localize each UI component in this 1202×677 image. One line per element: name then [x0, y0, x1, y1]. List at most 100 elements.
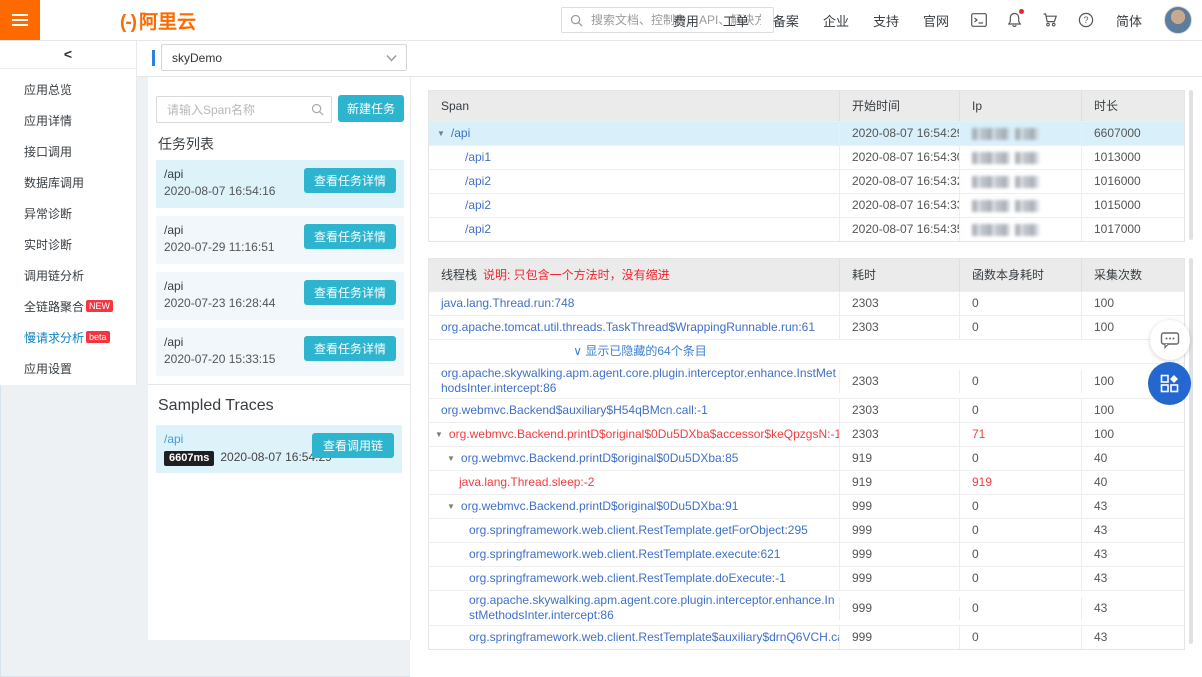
stack-row[interactable]: org.springframework.web.client.RestTempl…	[429, 542, 1184, 566]
main-content: Span 开始时间 Ip 时长 ▼/api 2020-08-07 16:54:2…	[410, 76, 1202, 677]
collapse-triangle-icon[interactable]: ▼	[447, 454, 455, 463]
stack-method-link[interactable]: org.webmvc.Backend.printD$original$0Du5D…	[461, 499, 739, 513]
stack-method-link[interactable]: org.webmvc.Backend.printD$original$0Du5D…	[461, 451, 739, 465]
stack-method-link[interactable]: org.webmvc.Backend$auxiliary$H54qBMcn.ca…	[441, 403, 708, 417]
nav-website[interactable]: 官网	[923, 11, 949, 30]
stack-method-link[interactable]: org.springframework.web.client.RestTempl…	[469, 547, 780, 561]
feedback-button[interactable]	[1150, 320, 1190, 360]
aliyun-logo[interactable]: (-) 阿里云	[120, 7, 196, 34]
task-card[interactable]: /api 2020-07-20 15:33:15 查看任务详情	[156, 328, 404, 376]
span-link[interactable]: /api1	[465, 150, 491, 164]
span-link[interactable]: /api	[451, 126, 470, 140]
span-row[interactable]: /api2 2020-08-07 16:54:33.607 1015000	[429, 193, 1184, 217]
span-table-scrollbar[interactable]	[1189, 90, 1193, 240]
notification-icon[interactable]	[1007, 12, 1022, 28]
span-row[interactable]: ▼/api 2020-08-07 16:54:29.562 6607000	[429, 121, 1184, 145]
stack-method-link[interactable]: org.apache.skywalking.apm.agent.core.plu…	[469, 593, 835, 622]
nav-support[interactable]: 支持	[873, 11, 899, 30]
view-trace-button[interactable]: 查看调用链	[312, 433, 394, 458]
nav-enterprise[interactable]: 企业	[823, 11, 849, 30]
span-link[interactable]: /api2	[465, 222, 491, 236]
view-task-detail-button[interactable]: 查看任务详情	[304, 280, 396, 305]
span-search-box[interactable]	[156, 96, 332, 123]
accent-bar	[152, 50, 155, 66]
arms-console-page: (-) 阿里云 费用 工单 备案 企业 支持 官网 ?	[0, 0, 1202, 677]
task-card[interactable]: /api 2020-07-29 11:16:51 查看任务详情	[156, 216, 404, 264]
feedback-bubble-icon	[1160, 331, 1180, 349]
stack-row[interactable]: ▼ org.webmvc.Backend.printD$original$0Du5…	[429, 494, 1184, 518]
sidebar: < 应用总览 应用详情 接口调用 数据库调用 异常诊断 实时诊断 调用链分析 全…	[0, 40, 137, 385]
nav-ticket[interactable]: 工单	[723, 11, 749, 30]
span-search-input[interactable]	[165, 102, 309, 118]
sidebar-collapse-button[interactable]: <	[0, 40, 136, 69]
stack-method-link[interactable]: org.springframework.web.client.RestTempl…	[469, 523, 808, 537]
stack-row[interactable]: org.apache.skywalking.apm.agent.core.plu…	[429, 363, 1184, 398]
view-task-detail-button[interactable]: 查看任务详情	[304, 336, 396, 361]
stack-method-link[interactable]: java.lang.Thread.sleep:-2	[459, 475, 594, 489]
app-selector-dropdown[interactable]: skyDemo	[161, 44, 407, 71]
stack-row[interactable]: org.webmvc.Backend$auxiliary$H54qBMcn.ca…	[429, 398, 1184, 422]
sidebar-item-trace-analysis[interactable]: 调用链分析	[0, 261, 136, 292]
span-link[interactable]: /api2	[465, 174, 491, 188]
stack-row[interactable]: java.lang.Thread.sleep:-2 919 919 40	[429, 470, 1184, 494]
hamburger-menu-button[interactable]	[0, 0, 40, 40]
stack-row[interactable]: org.springframework.web.client.RestTempl…	[429, 518, 1184, 542]
stack-method-link[interactable]: org.springframework.web.client.RestTempl…	[469, 630, 839, 644]
task-list-title: 任务列表	[158, 134, 214, 154]
stack-row[interactable]: org.apache.skywalking.apm.agent.core.plu…	[429, 590, 1184, 625]
logo-bracket-icon: (-)	[120, 12, 136, 34]
collapse-triangle-icon[interactable]: ▼	[447, 502, 455, 511]
span-row[interactable]: /api2 2020-08-07 16:54:32.086 1016000	[429, 169, 1184, 193]
span-duration: 1015000	[1081, 194, 1184, 217]
user-avatar[interactable]	[1164, 6, 1192, 34]
collapse-triangle-icon[interactable]: ▼	[437, 129, 445, 138]
sidebar-item-fulllink-aggregation[interactable]: 全链路聚合NEW	[0, 292, 136, 323]
stack-row[interactable]: org.springframework.web.client.RestTempl…	[429, 566, 1184, 590]
sidebar-item-realtime-diagnosis[interactable]: 实时诊断	[0, 230, 136, 261]
locale-switch[interactable]: 简体	[1116, 11, 1142, 30]
span-link[interactable]: /api2	[465, 198, 491, 212]
view-task-detail-button[interactable]: 查看任务详情	[304, 168, 396, 193]
stack-method-link[interactable]: org.apache.skywalking.apm.agent.core.plu…	[441, 366, 836, 395]
sampled-trace-card[interactable]: /api 6607ms2020-08-07 16:54:29 查看调用链	[156, 425, 402, 473]
col-time: 耗时	[839, 259, 959, 291]
chevron-down-icon	[386, 54, 397, 62]
stack-table-scrollbar[interactable]	[1189, 258, 1193, 644]
stack-method-link[interactable]: org.apache.tomcat.util.threads.TaskThrea…	[441, 320, 815, 334]
sidebar-item-api-calls[interactable]: 接口调用	[0, 137, 136, 168]
sidebar-item-exception-diagnosis[interactable]: 异常诊断	[0, 199, 136, 230]
nav-billing[interactable]: 费用	[673, 11, 699, 30]
span-duration: 1016000	[1081, 170, 1184, 193]
topbar: (-) 阿里云 费用 工单 备案 企业 支持 官网 ?	[0, 0, 1202, 41]
task-card[interactable]: /api 2020-07-23 16:28:44 查看任务详情	[156, 272, 404, 320]
cart-icon[interactable]	[1042, 12, 1058, 28]
nav-icp[interactable]: 备案	[773, 11, 799, 30]
stack-row[interactable]: ▼ org.webmvc.Backend.printD$original$0Du5…	[429, 446, 1184, 470]
stack-row[interactable]: ▼ org.webmvc.Backend.printD$original$0Du5…	[429, 422, 1184, 446]
svg-text:?: ?	[1083, 15, 1088, 25]
stack-row[interactable]: org.springframework.web.client.RestTempl…	[429, 625, 1184, 649]
sidebar-item-app-details[interactable]: 应用详情	[0, 106, 136, 137]
col-sample-count: 采集次数	[1081, 259, 1184, 291]
stack-row[interactable]: org.apache.tomcat.util.threads.TaskThrea…	[429, 315, 1184, 339]
help-icon[interactable]: ?	[1078, 12, 1094, 28]
sidebar-item-app-settings[interactable]: 应用设置	[0, 354, 136, 385]
span-row[interactable]: /api1 2020-08-07 16:54:30.567 1013000	[429, 145, 1184, 169]
stack-method-link[interactable]: java.lang.Thread.run:748	[441, 296, 574, 310]
sidebar-item-slow-request-analysis[interactable]: 慢请求分析beta	[0, 323, 136, 354]
mini-apps-button[interactable]	[1148, 362, 1191, 405]
sidebar-item-app-overview[interactable]: 应用总览	[0, 75, 136, 106]
stack-method-link[interactable]: org.springframework.web.client.RestTempl…	[469, 571, 786, 585]
new-task-button[interactable]: 新建任务	[338, 95, 404, 122]
console-icon[interactable]	[971, 13, 987, 27]
stack-expander-row[interactable]: ∨ 显示已隐藏的64个条目	[429, 339, 1184, 363]
stack-table-header: 线程栈说明: 只包含一个方法时，没有缩进 耗时 函数本身耗时 采集次数	[429, 259, 1184, 291]
stack-row[interactable]: java.lang.Thread.run:748 2303 0 100	[429, 291, 1184, 315]
collapse-triangle-icon[interactable]: ▼	[435, 430, 443, 439]
stack-method-link[interactable]: org.webmvc.Backend.printD$original$0Du5D…	[449, 427, 839, 441]
task-card[interactable]: /api 2020-08-07 16:54:16 查看任务详情	[156, 160, 404, 208]
span-row[interactable]: /api2 2020-08-07 16:54:35.127 1017000	[429, 217, 1184, 241]
sidebar-item-db-calls[interactable]: 数据库调用	[0, 168, 136, 199]
view-task-detail-button[interactable]: 查看任务详情	[304, 224, 396, 249]
show-hidden-entries-link[interactable]: ∨ 显示已隐藏的64个条目	[573, 344, 706, 358]
